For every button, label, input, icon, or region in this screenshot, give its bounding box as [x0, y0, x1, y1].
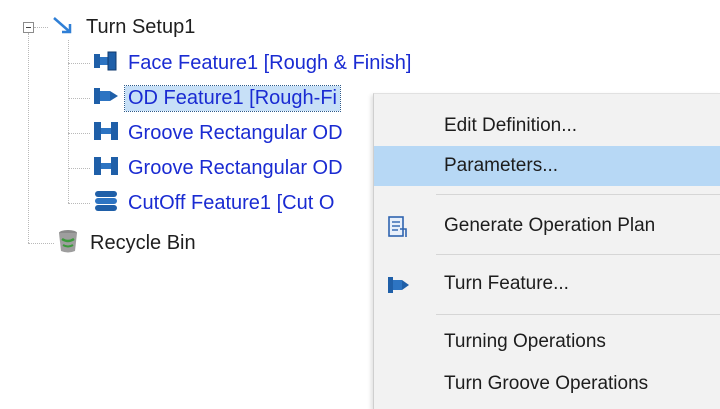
tree-connector — [34, 27, 48, 28]
tree-connector — [28, 243, 54, 244]
tree-node-recycle-bin[interactable]: Recycle Bin — [54, 228, 196, 258]
menu-item-label: Parameters... — [444, 155, 559, 176]
context-menu: Edit Definition... Parameters... Generat… — [373, 93, 720, 409]
od-feature-icon — [92, 83, 122, 114]
menu-item-label: Turn Groove Operations — [444, 373, 649, 394]
node-label: Groove Rectangular OD — [128, 121, 343, 144]
tree-connector — [68, 40, 69, 203]
menu-item-label: Turning Operations — [444, 331, 606, 352]
menu-item-label: Edit Definition... — [444, 115, 578, 136]
collapse-toggle[interactable] — [23, 22, 34, 33]
turn-feature-icon — [386, 273, 412, 302]
tree-connector — [68, 133, 90, 134]
node-label: Face Feature1 [Rough & Finish] — [128, 51, 412, 74]
node-label: Groove Rectangular OD — [128, 156, 343, 179]
tree-node-od-feature[interactable]: OD Feature1 [Rough-Fi — [92, 83, 341, 114]
tree-node-groove-feature-2[interactable]: Groove Rectangular OD — [92, 153, 343, 183]
tree-node-face-feature[interactable]: Face Feature1 [Rough & Finish] — [92, 48, 411, 78]
groove-feature-icon — [92, 153, 122, 184]
groove-feature-icon — [92, 118, 122, 149]
node-label: Recycle Bin — [90, 231, 196, 254]
tree-connector — [68, 63, 90, 64]
face-feature-icon — [92, 48, 122, 79]
tree-node-cutoff-feature[interactable]: CutOff Feature1 [Cut O — [92, 188, 334, 218]
tree-connector — [28, 33, 29, 243]
tree-connector — [68, 168, 90, 169]
menu-item-turn-groove-operations[interactable]: Turn Groove Operations — [374, 364, 720, 404]
menu-item-label: Generate Operation Plan — [444, 215, 656, 236]
menu-separator — [436, 254, 720, 255]
menu-separator — [436, 194, 720, 195]
menu-item-edit-definition[interactable]: Edit Definition... — [374, 106, 720, 146]
cutoff-feature-icon — [92, 188, 122, 219]
menu-separator — [436, 314, 720, 315]
tree-node-groove-feature-1[interactable]: Groove Rectangular OD — [92, 118, 343, 148]
turn-setup-icon — [50, 12, 80, 43]
tree-connector — [68, 98, 90, 99]
tree-node-turn-setup[interactable]: Turn Setup1 — [50, 12, 195, 42]
menu-item-label: Turn Feature... — [444, 273, 569, 294]
tree-connector — [68, 203, 90, 204]
menu-item-parameters[interactable]: Parameters... — [374, 146, 720, 186]
node-label: CutOff Feature1 [Cut O — [128, 191, 335, 214]
recycle-bin-icon — [54, 227, 84, 260]
node-label: Turn Setup1 — [86, 15, 196, 38]
node-label: OD Feature1 [Rough-Fi — [124, 84, 341, 112]
menu-item-turn-feature[interactable]: Turn Feature... — [374, 264, 720, 304]
menu-item-generate-operation-plan[interactable]: Generate Operation Plan — [374, 206, 720, 246]
menu-item-turning-operations[interactable]: Turning Operations — [374, 322, 720, 362]
operation-plan-icon — [386, 215, 410, 244]
